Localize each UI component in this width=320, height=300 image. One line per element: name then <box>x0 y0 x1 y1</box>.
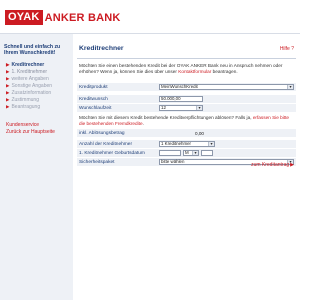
sicherheitspaket-label: Sicherheitspaket <box>79 159 115 165</box>
row-ablosebetrag: inkl. Ablösungsbetrag 0,00 <box>77 129 296 137</box>
page-title: Kreditrechner <box>79 45 124 52</box>
sidebar-item-1-kreditnehmer[interactable]: ▶ 1. Kreditnehmer <box>0 68 73 75</box>
header: OYAK ANKER BANK <box>0 0 300 34</box>
logo-text: ANKER BANK <box>44 11 121 24</box>
row-kreditprodukt: Kreditprodukt MeinWunschKredit ▼ <box>77 83 296 91</box>
sidebar-item-zusatzinformation[interactable]: ▶ Zusatzinformation <box>0 89 73 96</box>
arrow-right-icon: ▶ <box>290 162 294 168</box>
arrow-right-icon: ▶ <box>6 82 10 88</box>
sidebar-item-sonstige-angaben[interactable]: ▶ Sonstige Angaben <box>0 82 73 89</box>
kontaktformular-link[interactable]: Kontaktformular <box>178 69 211 74</box>
sidebar-item-kreditrechner[interactable]: ▶ Kreditrechner <box>0 61 73 68</box>
sidebar-item-weitere-angaben[interactable]: ▶ weitere Angaben <box>0 75 73 82</box>
geburt-month-select[interactable]: M ▼ <box>183 150 199 156</box>
kreditprodukt-select[interactable]: MeinWunschKredit ▼ <box>159 84 294 90</box>
arrow-right-icon: ▶ <box>6 103 10 109</box>
arrow-right-icon: ▶ <box>6 61 10 67</box>
intro-text: Möchten Sie einen bestehenden Kredit bei… <box>79 63 283 74</box>
sidebar-item-label: Beantragung <box>11 103 41 110</box>
geburt-day-input[interactable] <box>159 150 181 156</box>
arrow-right-icon: ▶ <box>6 68 10 74</box>
row-kreditwunsch: Kreditwunsch 50.000,00 <box>77 95 296 103</box>
credit-form: Kreditprodukt MeinWunschKredit ▼ Kreditw… <box>77 83 296 167</box>
ablosebetrag-label: inkl. Ablösungsbetrag <box>79 130 125 136</box>
row-geburtsdatum: 1. Kreditnehmer Geburtsdatum M ▼ <box>77 149 296 157</box>
row-anzahl-kreditnehmer: Anzahl der Kreditnehmer 1 Kreditnehmer ▼ <box>77 140 296 148</box>
wunschlaufzeit-select[interactable]: 12 ▼ <box>159 105 203 111</box>
row-wunschlaufzeit: Wunschlaufzeit 12 ▼ <box>77 104 296 112</box>
sidebar-item-label: Zustimmung <box>11 96 39 103</box>
logo-box: OYAK <box>5 10 43 25</box>
chevron-down-icon: ▼ <box>287 85 293 89</box>
sidebar-tagline: Schnell und einfach zu Ihrem Wunschkredi… <box>4 44 61 57</box>
sidebar-item-beantragung[interactable]: ▶ Beantragung <box>0 103 73 110</box>
kreditprodukt-label: Kreditprodukt <box>79 84 108 90</box>
back-to-home-link[interactable]: Zurück zur Hauptseite <box>0 129 73 136</box>
oyak-anker-bank-logo[interactable]: OYAK ANKER BANK <box>5 10 121 25</box>
anzahl-label: Anzahl der Kreditnehmer <box>79 141 133 147</box>
kreditwunsch-input[interactable]: 50.000,00 <box>159 96 203 102</box>
arrow-right-icon: ▶ <box>6 89 10 95</box>
ablose-text: Möchten Sie mit diesem Kredit bestehende… <box>79 115 290 126</box>
main-content: Kreditrechner Hilfe ? Möchten Sie einen … <box>77 34 296 300</box>
sidebar-nav: ▶ Kreditrechner ▶ 1. Kreditnehmer ▶ weit… <box>0 61 73 135</box>
title-divider <box>77 58 296 59</box>
sidebar-item-label: weitere Angaben <box>11 75 49 82</box>
ablosebetrag-value: 0,00 <box>195 130 204 136</box>
arrow-right-icon: ▶ <box>6 96 10 102</box>
kreditwunsch-label: Kreditwunsch <box>79 96 108 102</box>
sidebar-item-zustimmung[interactable]: ▶ Zustimmung <box>0 96 73 103</box>
sidebar-item-label: Kreditrechner <box>11 61 45 68</box>
sidebar-item-label: Sonstige Angaben <box>11 82 53 89</box>
geburt-year-input[interactable] <box>201 150 213 156</box>
zum-kreditantrag-link[interactable]: zum Kreditantrag▶ <box>251 162 294 168</box>
chevron-down-icon: ▼ <box>192 151 198 155</box>
title-bar: Kreditrechner Hilfe ? <box>77 42 296 59</box>
sidebar: Schnell und einfach zu Ihrem Wunschkredi… <box>0 34 73 300</box>
help-link[interactable]: Hilfe ? <box>280 46 294 52</box>
chevron-down-icon: ▼ <box>208 142 214 146</box>
sidebar-item-label: 1. Kreditnehmer <box>11 68 48 75</box>
arrow-right-icon: ▶ <box>6 75 10 81</box>
wunschlaufzeit-label: Wunschlaufzeit <box>79 105 112 111</box>
geburtsdatum-label: 1. Kreditnehmer Geburtsdatum <box>79 150 145 156</box>
sidebar-item-label: Zusatzinformation <box>11 89 52 96</box>
anzahl-select[interactable]: 1 Kreditnehmer ▼ <box>159 141 215 147</box>
chevron-down-icon: ▼ <box>196 106 202 110</box>
